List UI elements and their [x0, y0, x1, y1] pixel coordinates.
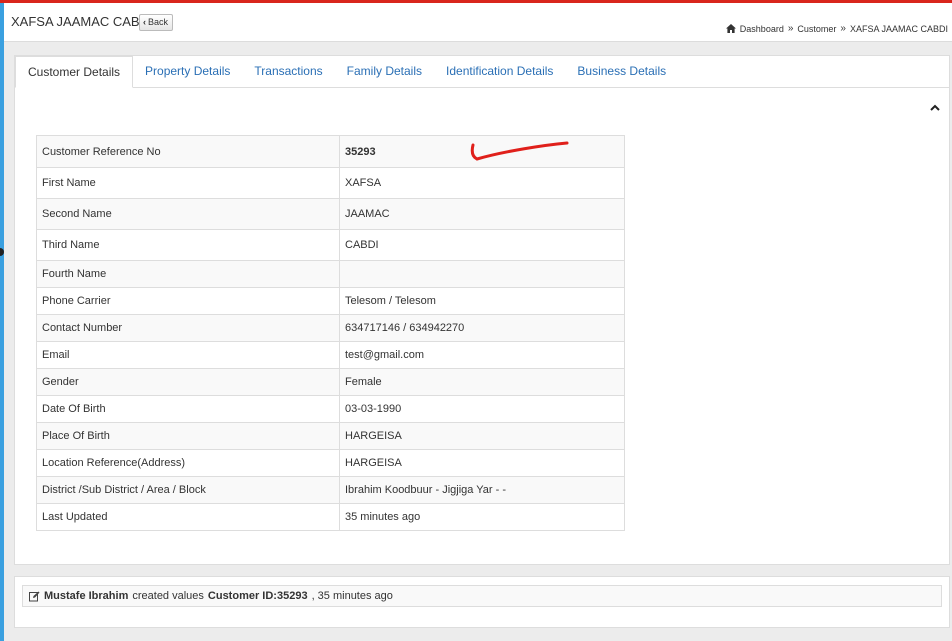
breadcrumb-customer[interactable]: Customer — [797, 24, 836, 34]
table-row: Email test@gmail.com — [36, 341, 625, 369]
tab-identification-details[interactable]: Identification Details — [434, 56, 565, 87]
table-row: Last Updated 35 minutes ago — [36, 503, 625, 531]
edit-icon — [29, 591, 40, 602]
field-label: Second Name — [36, 198, 340, 230]
log-user: Mustafe Ibrahim — [44, 590, 129, 602]
field-value: CABDI — [339, 229, 625, 261]
field-value: JAAMAC — [339, 198, 625, 230]
table-row: Second Name JAAMAC — [36, 198, 625, 230]
customer-details-panel: Customer Details Property Details Transa… — [14, 55, 950, 565]
field-label: District /Sub District / Area / Block — [36, 476, 340, 504]
field-label: Gender — [36, 368, 340, 396]
breadcrumb-current: XAFSA JAAMAC CABDI — [849, 23, 948, 34]
tab-transactions[interactable]: Transactions — [242, 56, 334, 87]
field-value: 35 minutes ago — [339, 503, 625, 531]
field-value: HARGEISA — [339, 422, 625, 450]
customer-details-table: Customer Reference No 35293 First Name X… — [36, 135, 625, 531]
field-value: 634717146 / 634942270 — [339, 314, 625, 342]
table-row: Fourth Name — [36, 260, 625, 288]
field-label: Place Of Birth — [36, 422, 340, 450]
table-row: Phone Carrier Telesom / Telesom — [36, 287, 625, 315]
activity-log-panel: Mustafe Ibrahim created values Customer … — [14, 576, 950, 628]
table-row: Location Reference(Address) HARGEISA — [36, 449, 625, 477]
table-row: Contact Number 634717146 / 634942270 — [36, 314, 625, 342]
field-label: Third Name — [36, 229, 340, 261]
table-row: Gender Female — [36, 368, 625, 396]
field-label: Location Reference(Address) — [36, 449, 340, 477]
tab-property-details[interactable]: Property Details — [133, 56, 242, 87]
table-row: Date Of Birth 03-03-1990 — [36, 395, 625, 423]
home-icon — [725, 24, 736, 33]
field-label: Fourth Name — [36, 260, 340, 288]
field-label: First Name — [36, 167, 340, 199]
tab-business-details[interactable]: Business Details — [565, 56, 678, 87]
page-title: XAFSA JAAMAC CABDI — [11, 14, 153, 29]
tab-customer-details[interactable]: Customer Details — [15, 56, 134, 88]
table-row: Place Of Birth HARGEISA — [36, 422, 625, 450]
breadcrumb: Dashboard » Customer » XAFSA JAAMAC CABD… — [725, 23, 948, 34]
page-header: XAFSA JAAMAC CABDI ‹ Back Dashboard » Cu… — [4, 3, 952, 42]
log-action: created values — [132, 590, 204, 602]
field-label: Email — [36, 341, 340, 369]
back-button-label: Back — [148, 17, 169, 27]
field-value — [339, 260, 625, 288]
log-target: Customer ID:35293 — [207, 590, 308, 602]
red-annotation-mark — [470, 141, 569, 161]
field-value: XAFSA — [339, 167, 625, 199]
left-accent-bar — [0, 3, 4, 641]
breadcrumb-separator: » — [787, 23, 794, 34]
log-time: , 35 minutes ago — [311, 590, 393, 602]
table-row: District /Sub District / Area / Block Ib… — [36, 476, 625, 504]
breadcrumb-separator: » — [840, 23, 846, 34]
tab-bar: Customer Details Property Details Transa… — [15, 56, 949, 88]
field-label: Contact Number — [36, 314, 340, 342]
back-button[interactable]: ‹ Back — [139, 14, 174, 31]
chevron-left-icon: ‹ — [143, 17, 146, 27]
field-value: 03-03-1990 — [339, 395, 625, 423]
field-label: Date Of Birth — [36, 395, 340, 423]
field-label: Phone Carrier — [36, 287, 340, 315]
table-row: First Name XAFSA — [36, 167, 625, 199]
field-value: Female — [339, 368, 625, 396]
field-value: HARGEISA — [339, 449, 625, 477]
breadcrumb-dashboard[interactable]: Dashboard — [740, 24, 784, 34]
field-value: test@gmail.com — [339, 341, 625, 369]
tab-family-details[interactable]: Family Details — [335, 56, 434, 87]
field-value: Ibrahim Koodbuur - Jigjiga Yar - - — [339, 476, 625, 504]
chevron-up-icon[interactable] — [929, 102, 941, 112]
field-label: Last Updated — [36, 503, 340, 531]
activity-log-entry: Mustafe Ibrahim created values Customer … — [22, 585, 942, 607]
table-row: Third Name CABDI — [36, 229, 625, 261]
field-label: Customer Reference No — [36, 135, 340, 168]
field-value: Telesom / Telesom — [339, 287, 625, 315]
